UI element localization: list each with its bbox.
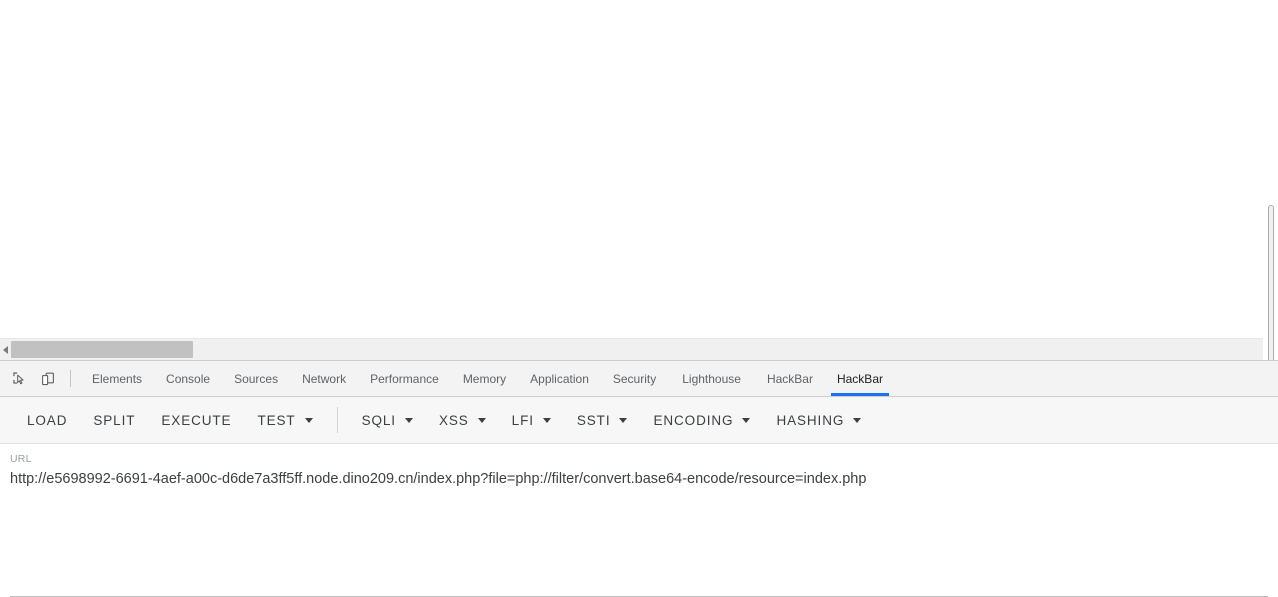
tab-label: Network — [302, 371, 347, 386]
url-field: URL http://e5698992-6691-4aef-a00c-d6de7… — [10, 452, 1268, 489]
sqli-menu-button[interactable]: SQLI — [349, 404, 426, 436]
chevron-down-icon — [542, 417, 551, 423]
devtools-tab-memory[interactable]: Memory — [451, 361, 518, 396]
page-horizontal-scrollbar[interactable] — [0, 338, 1263, 360]
hackbar-toolbar: LOAD SPLIT EXECUTE TEST SQLI XSS LFI SST… — [0, 397, 1278, 444]
sqli-menu-label: SQLI — [361, 412, 396, 428]
tab-label: Lighthouse — [682, 371, 741, 386]
test-menu-label: TEST — [257, 412, 296, 428]
tab-label: Sources — [234, 371, 279, 386]
horizontal-scrollbar-thumb[interactable] — [11, 341, 193, 358]
tab-label: HackBar — [836, 371, 883, 386]
devtools-tab-security[interactable]: Security — [601, 361, 668, 396]
hackbar-body: URL http://e5698992-6691-4aef-a00c-d6de7… — [0, 444, 1278, 597]
toolbar-divider — [70, 370, 71, 387]
hashing-menu-label: HASHING — [776, 412, 845, 428]
test-menu-button[interactable]: TEST — [244, 404, 325, 436]
split-button[interactable]: SPLIT — [80, 404, 148, 436]
execute-button[interactable]: EXECUTE — [148, 404, 244, 436]
tab-label: Memory — [462, 371, 507, 386]
toolbar-group-divider — [336, 407, 338, 433]
devtools-tab-elements[interactable]: Elements — [80, 361, 154, 396]
chevron-down-icon — [477, 417, 486, 423]
load-button-label: LOAD — [27, 412, 68, 428]
browser-window: Elements Console Sources Network Perform… — [0, 0, 1278, 597]
page-vertical-scrollbar[interactable] — [1263, 0, 1278, 413]
lfi-menu-button[interactable]: LFI — [499, 404, 564, 436]
inspect-element-icon[interactable] — [4, 365, 32, 393]
devtools-panel: Elements Console Sources Network Perform… — [0, 360, 1278, 597]
execute-button-label: EXECUTE — [161, 412, 232, 428]
tab-label: Elements — [92, 371, 143, 386]
scroll-left-arrow-icon[interactable] — [0, 339, 11, 360]
chevron-down-icon — [742, 417, 751, 423]
encoding-menu-label: ENCODING — [653, 412, 734, 428]
tab-label: Security — [612, 371, 657, 386]
ssti-menu-label: SSTI — [576, 412, 611, 428]
devtools-tab-performance[interactable]: Performance — [358, 361, 451, 396]
devtools-tab-console[interactable]: Console — [154, 361, 222, 396]
devtools-tab-hackbar-1[interactable]: HackBar — [755, 361, 825, 396]
chevron-down-icon — [404, 417, 413, 423]
xss-menu-button[interactable]: XSS — [426, 404, 499, 436]
page-viewport — [0, 0, 1278, 336]
url-input[interactable]: http://e5698992-6691-4aef-a00c-d6de7a3ff… — [10, 469, 1268, 489]
ssti-menu-button[interactable]: SSTI — [564, 404, 641, 436]
devtools-tab-network[interactable]: Network — [290, 361, 358, 396]
xss-menu-label: XSS — [438, 412, 469, 428]
tab-label: Application — [530, 371, 589, 386]
chevron-down-icon — [304, 417, 313, 423]
chevron-down-icon — [853, 417, 862, 423]
chevron-down-icon — [619, 417, 628, 423]
tab-label: Performance — [370, 371, 439, 386]
devtools-tabbar: Elements Console Sources Network Perform… — [0, 361, 1278, 397]
tab-label: HackBar — [766, 371, 813, 386]
hashing-menu-button[interactable]: HASHING — [763, 404, 874, 436]
device-toolbar-icon[interactable] — [34, 365, 62, 393]
devtools-tab-hackbar-2[interactable]: HackBar — [825, 361, 895, 396]
load-button[interactable]: LOAD — [14, 404, 80, 436]
lfi-menu-label: LFI — [511, 412, 534, 428]
tab-label: Console — [166, 371, 211, 386]
url-field-label: URL — [10, 453, 32, 465]
split-button-label: SPLIT — [93, 412, 136, 428]
encoding-menu-button[interactable]: ENCODING — [640, 404, 763, 436]
devtools-tab-application[interactable]: Application — [518, 361, 601, 396]
devtools-tab-lighthouse[interactable]: Lighthouse — [668, 361, 755, 396]
devtools-tab-sources[interactable]: Sources — [222, 361, 290, 396]
